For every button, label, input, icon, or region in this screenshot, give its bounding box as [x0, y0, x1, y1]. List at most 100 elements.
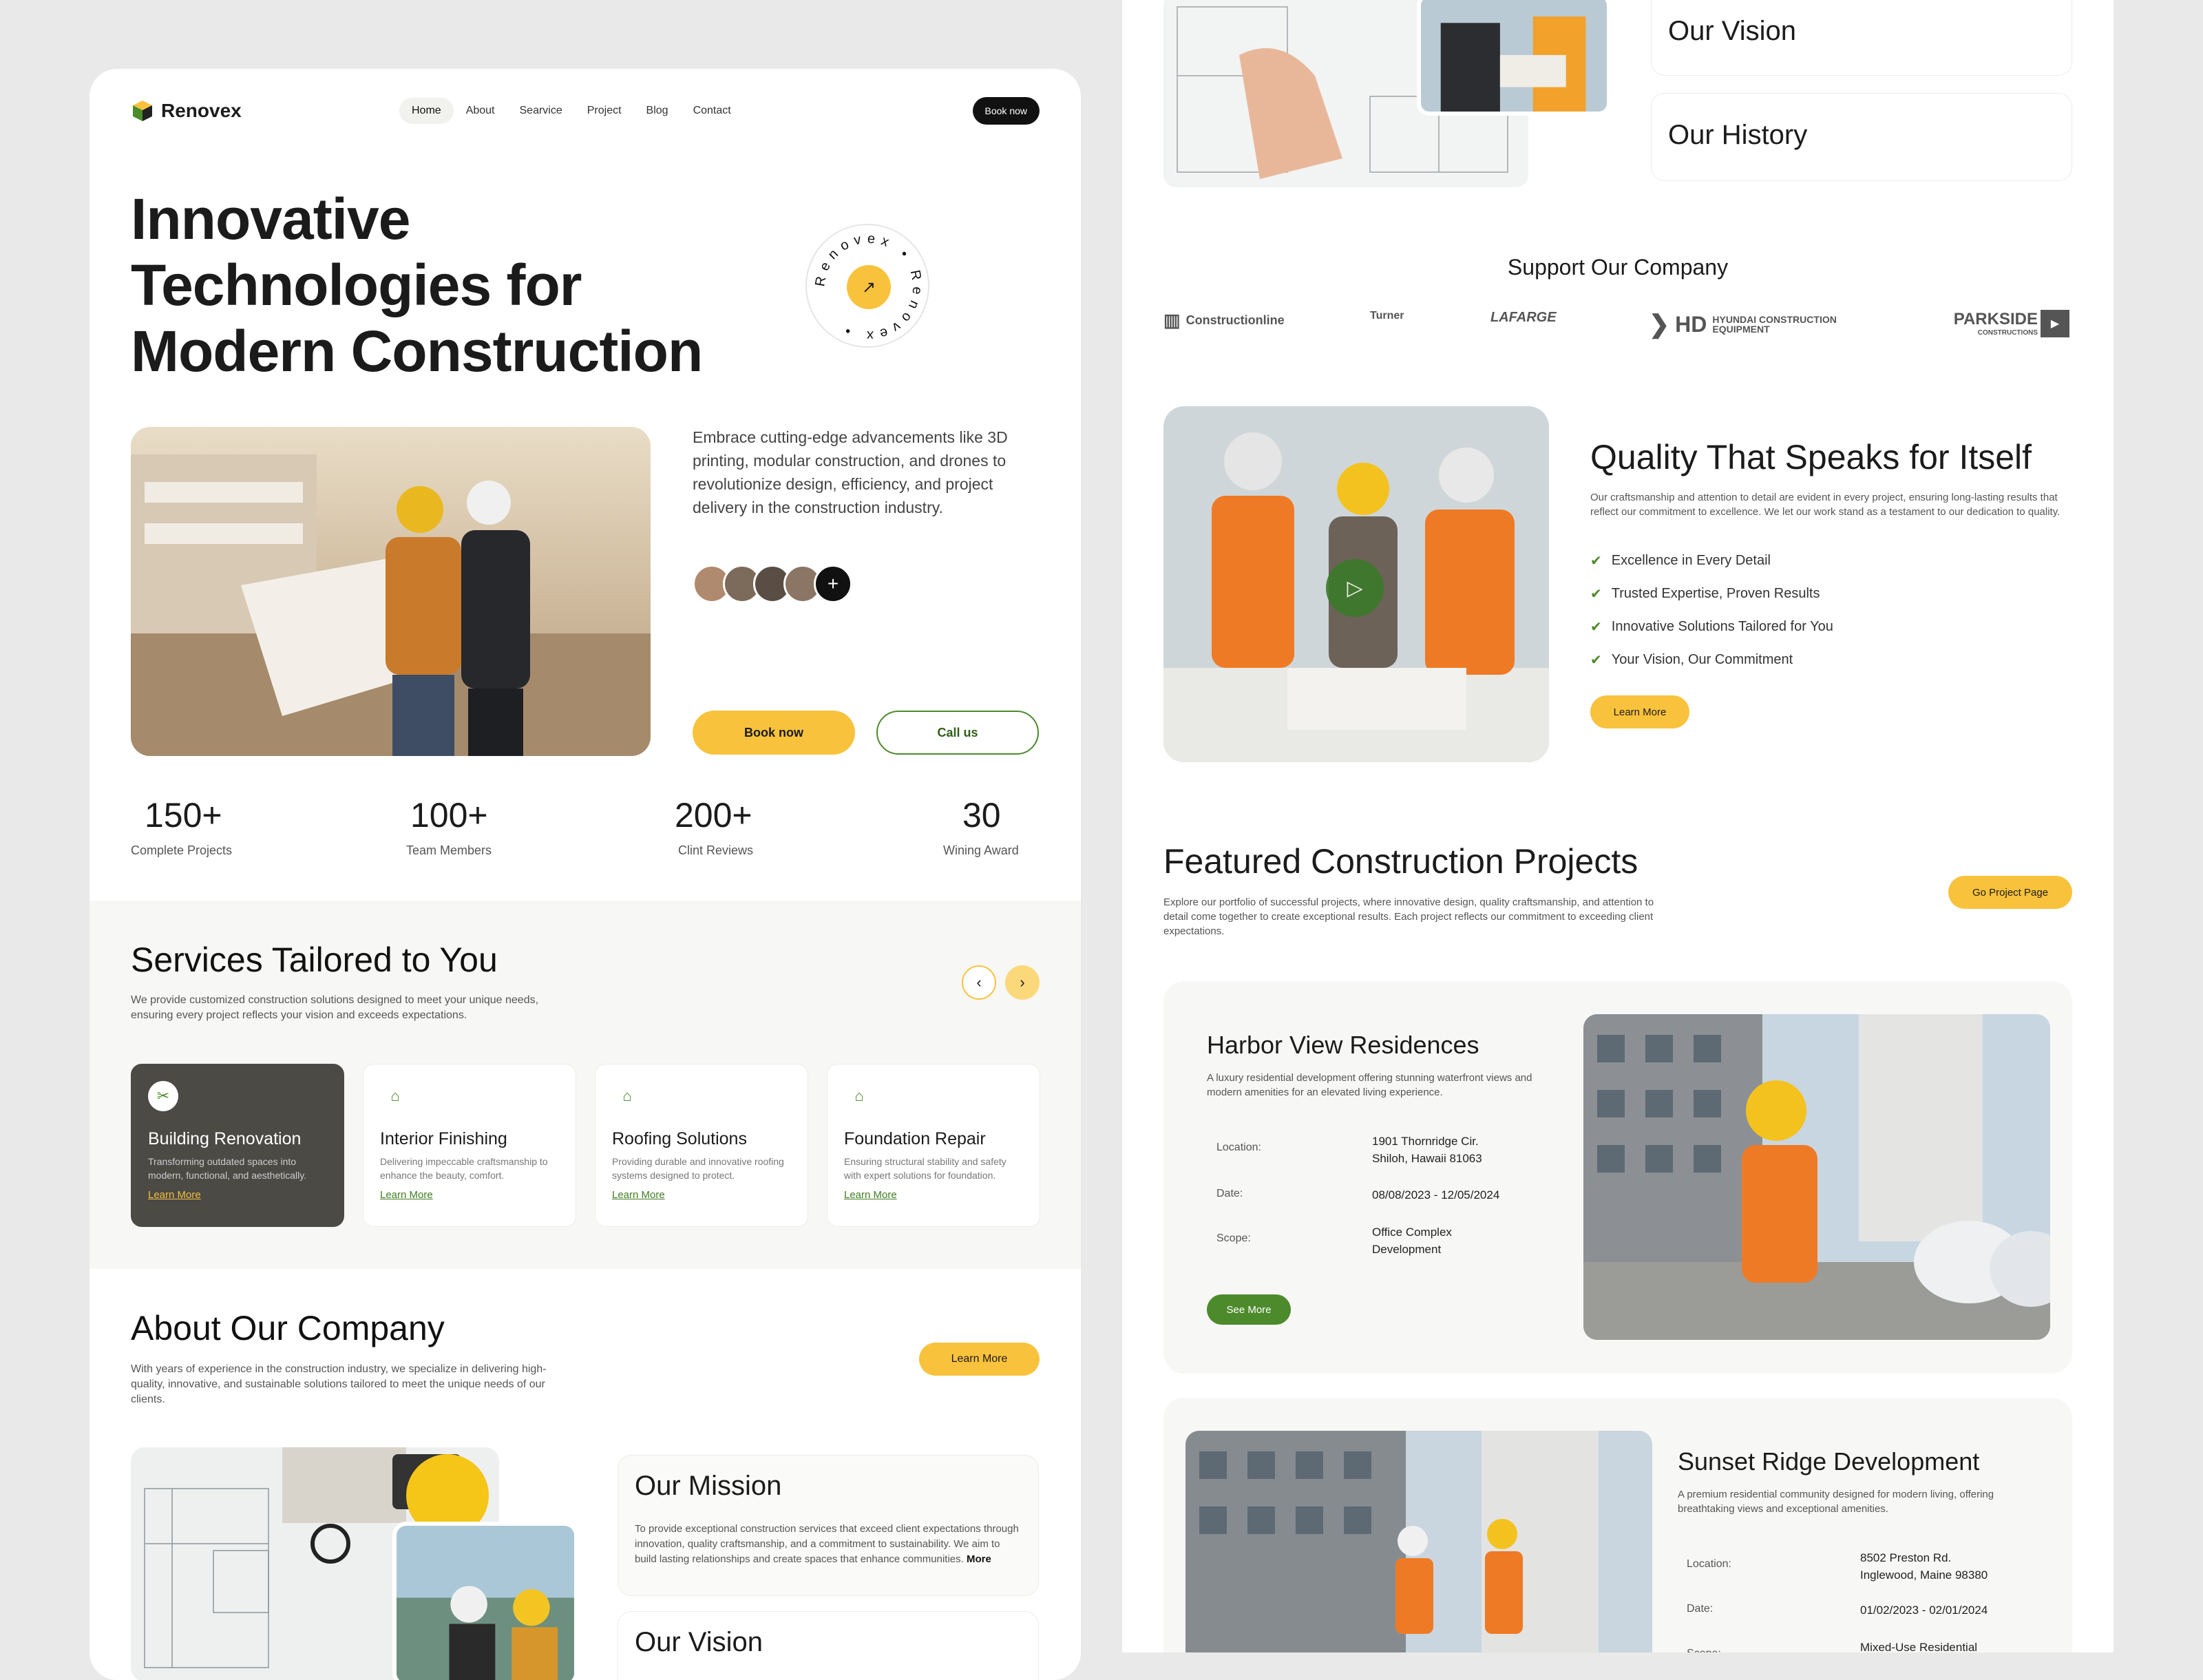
hero-title-line-1: Innovative: [131, 186, 750, 252]
mission-text: To provide exceptional construction serv…: [635, 1522, 1020, 1567]
book-now-button[interactable]: Book now: [693, 711, 855, 755]
play-video-icon[interactable]: ▷: [1326, 559, 1384, 617]
quality-list-item: ✔Innovative Solutions Tailored for You: [1590, 610, 1833, 643]
location-label: Location:: [1216, 1142, 1261, 1154]
prev-arrow-icon[interactable]: ‹: [962, 965, 996, 1000]
service-card-title: Interior Finishing: [380, 1129, 559, 1149]
nav-book-now-button[interactable]: Book now: [973, 97, 1040, 125]
quality-learn-more-button[interactable]: Learn More: [1590, 695, 1689, 728]
rotating-badge[interactable]: Renovex • Renovex • ↗: [805, 224, 929, 348]
nav-service[interactable]: Searvice: [507, 98, 575, 124]
arrow-up-right-icon: ↗: [847, 265, 891, 309]
home-icon: ⌂: [380, 1081, 410, 1111]
nav-contact[interactable]: Contact: [681, 98, 744, 124]
add-avatar-icon[interactable]: +: [814, 565, 852, 603]
quality-description: Our craftsmanship and attention to detai…: [1590, 490, 2072, 519]
stat-value: 150+: [145, 795, 222, 835]
quality-item-text: Excellence in Every Detail: [1612, 553, 1771, 569]
see-more-button[interactable]: See More: [1207, 1294, 1291, 1325]
vision-card[interactable]: Our Vision: [1651, 0, 2072, 76]
nav-project[interactable]: Project: [575, 98, 634, 124]
history-title: Our History: [1668, 120, 1807, 151]
location-line-2: Inglewood, Maine 98380: [1860, 1566, 1988, 1584]
mission-card: Our Mission To provide exceptional const…: [618, 1455, 1039, 1596]
project-card-harbor-view: Harbor View Residences A luxury resident…: [1163, 981, 2072, 1374]
double-check-icon: ✔: [1590, 618, 1602, 636]
about-learn-more-button[interactable]: Learn More: [919, 1343, 1040, 1376]
harbor-view-image: [1583, 1014, 2050, 1340]
brand-hyundai-sub: HYUNDAI CONSTRUCTION EQUIPMENT: [1712, 315, 1870, 334]
service-card-desc: Ensuring structural stability and safety…: [844, 1155, 1023, 1182]
mission-text-body: To provide exceptional construction serv…: [635, 1523, 1019, 1565]
hero-description: Embrace cutting-edge advancements like 3…: [693, 426, 1037, 519]
chevron-right-icon: ❯: [1649, 310, 1669, 339]
service-card-roofing-solutions[interactable]: ⌂ Roofing Solutions Providing durable an…: [595, 1064, 808, 1227]
double-check-icon: ✔: [1590, 585, 1602, 602]
service-card-desc: Transforming outdated spaces into modern…: [148, 1155, 327, 1182]
play-triangle-icon: ▶: [2041, 310, 2069, 337]
brand-constructionline: ▥Constructionline: [1163, 310, 1285, 331]
hero-image: [131, 427, 651, 756]
brand-logo[interactable]: Renovex: [131, 99, 242, 123]
workers-site-image: [392, 1522, 578, 1680]
quality-list: ✔Excellence in Every Detail ✔Trusted Exp…: [1590, 544, 1833, 676]
service-card-link[interactable]: Learn More: [148, 1189, 327, 1201]
right-page-panel: Our Vision Our History Support Our Compa…: [1122, 0, 2114, 1652]
service-card-interior-finishing[interactable]: ⌂ Interior Finishing Delivering impeccab…: [363, 1064, 576, 1227]
featured-title: Featured Construction Projects: [1163, 841, 1638, 881]
foundation-icon: ⌂: [844, 1081, 874, 1111]
scope-value: Mixed-Use Residential: [1860, 1639, 1977, 1652]
nav-home[interactable]: Home: [399, 98, 454, 124]
service-card-title: Foundation Repair: [844, 1129, 1023, 1149]
double-check-icon: ✔: [1590, 651, 1602, 669]
workers-with-blueprint-image: [131, 427, 651, 756]
mission-more-link[interactable]: More: [967, 1553, 991, 1565]
scope-value: Office ComplexDevelopment: [1372, 1224, 1452, 1258]
project-name: Harbor View Residences: [1207, 1031, 1479, 1060]
hero-title-line-2: Technologies for: [131, 252, 750, 318]
stat-value: 30: [962, 795, 1001, 835]
quality-video-image: ▷: [1163, 406, 1549, 762]
vision-title: Our Vision: [635, 1627, 763, 1658]
brand-parkside-sub: CONSTRUCTIONS: [1978, 329, 2038, 337]
service-card-link[interactable]: Learn More: [380, 1189, 559, 1201]
services-description: We provide customized construction solut…: [131, 993, 551, 1023]
vision-card-left[interactable]: Our Vision: [618, 1611, 1039, 1680]
quality-title: Quality That Speaks for Itself: [1590, 437, 2032, 477]
roof-icon: ⌂: [612, 1081, 642, 1111]
location-line-2: Shiloh, Hawaii 81063: [1372, 1150, 1482, 1167]
service-card-title: Roofing Solutions: [612, 1129, 791, 1149]
featured-description: Explore our portfolio of successful proj…: [1163, 895, 1673, 938]
brand-hyundai: ❯ HD HYUNDAI CONSTRUCTION EQUIPMENT: [1649, 310, 1870, 339]
support-title: Support Our Company: [1122, 255, 2114, 280]
vision-title: Our Vision: [1668, 16, 1796, 47]
service-card-building-renovation[interactable]: ✂ Building Renovation Transforming outda…: [131, 1064, 344, 1227]
scope-line-2: Development: [1372, 1241, 1452, 1258]
nav-links: Home About Searvice Project Blog Contact: [399, 98, 744, 124]
call-us-button[interactable]: Call us: [876, 711, 1039, 755]
nav-about[interactable]: About: [454, 98, 507, 124]
avatar-group: +: [693, 565, 865, 606]
history-card[interactable]: Our History: [1651, 93, 2072, 181]
next-arrow-icon[interactable]: ›: [1005, 965, 1040, 1000]
about-description: With years of experience in the construc…: [131, 1362, 558, 1407]
date-value: 08/08/2023 - 12/05/2024: [1372, 1186, 1499, 1204]
services-title: Services Tailored to You: [131, 940, 498, 980]
quality-list-item: ✔Your Vision, Our Commitment: [1590, 643, 1833, 676]
location-line-1: 1901 Thornridge Cir.: [1372, 1133, 1482, 1150]
service-card-desc: Delivering impeccable craftsmanship to e…: [380, 1155, 559, 1182]
service-card-link[interactable]: Learn More: [844, 1189, 1023, 1201]
nav-blog[interactable]: Blog: [634, 98, 681, 124]
service-card-link[interactable]: Learn More: [612, 1189, 791, 1201]
location-label: Location:: [1687, 1558, 1731, 1571]
stat-label: Complete Projects: [131, 843, 232, 858]
service-card-title: Building Renovation: [148, 1129, 327, 1149]
scope-label: Scope:: [1216, 1232, 1251, 1245]
workers-building-image: [1185, 1431, 1652, 1652]
service-card-foundation-repair[interactable]: ⌂ Foundation Repair Ensuring structural …: [827, 1064, 1040, 1227]
about-title: About Our Company: [131, 1308, 445, 1348]
tools-icon: ✂: [148, 1081, 178, 1111]
date-label: Date:: [1216, 1188, 1243, 1200]
go-project-page-button[interactable]: Go Project Page: [1948, 876, 2072, 909]
location-value: 8502 Preston Rd.Inglewood, Maine 98380: [1860, 1549, 1988, 1584]
